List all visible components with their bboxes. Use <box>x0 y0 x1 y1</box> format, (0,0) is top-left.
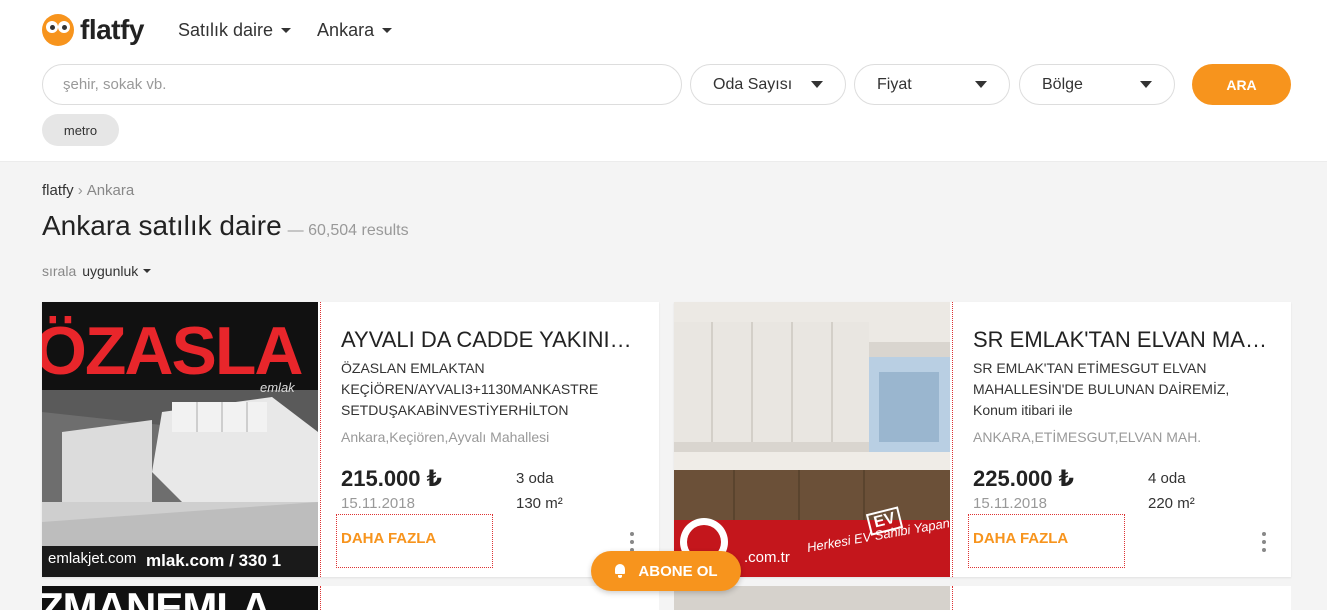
triangle-down-icon <box>1140 81 1152 88</box>
chevron-right-icon: › <box>77 182 83 199</box>
filter-price[interactable]: Fiyat <box>854 64 1010 105</box>
filter-rooms[interactable]: Oda Sayısı <box>690 64 846 105</box>
listing-area: 130 m² <box>516 495 563 512</box>
photo-brand-text: ÖZASLA <box>42 313 304 389</box>
results-count: — 60,504 results <box>287 222 409 239</box>
breadcrumb-current[interactable]: Ankara <box>87 182 135 199</box>
listing-description: SR EMLAK'TAN ETİMESGUT ELVAN MAHALLESİN'… <box>973 360 1230 418</box>
listing-location: Ankara,Keçiören,Ayvalı Mahallesi <box>341 429 550 445</box>
photo-watermark: emlakjet.com <box>48 550 137 567</box>
photo-brand-subtext: emlak <box>260 380 295 395</box>
property-type-label: Satılık daire <box>178 20 274 40</box>
city-label: Ankara <box>317 20 375 40</box>
listing-date: 15.11.2018 <box>341 495 415 512</box>
triangle-down-icon <box>975 81 987 88</box>
listing-card[interactable]: ÖZASLA emlak mlak.com / 330 1 emlakjet.c… <box>42 302 659 577</box>
triangle-down-icon <box>811 81 823 88</box>
listing-body: SR EMLAK'TAN ELVAN MAH'... SR EMLAK'TAN … <box>968 302 1291 577</box>
listing-photo[interactable]: ZMANEMLA <box>42 586 318 610</box>
divider <box>320 586 321 610</box>
page-title-text: Ankara satılık daire <box>42 210 282 241</box>
listing-area: 220 m² <box>1148 495 1195 512</box>
listing-body: AYVALI DA CADDE YAKINI KA... ÖZASLAN EML… <box>336 302 659 577</box>
listing-title[interactable]: SR EMLAK'TAN ELVAN MAH'... <box>973 327 1269 353</box>
sort-label: sırala <box>42 263 77 279</box>
listing-card-partial[interactable] <box>674 586 1291 610</box>
sort-dropdown[interactable]: uygunluk <box>82 263 152 279</box>
listing-title[interactable]: AYVALI DA CADDE YAKINI KA... <box>341 327 637 353</box>
photo-watermark: .com.tr <box>744 549 790 566</box>
breadcrumb: flatfy › Ankara <box>42 182 134 199</box>
sort-value: uygunluk <box>82 263 139 279</box>
photo-brand-text: ZMANEMLA <box>42 586 271 610</box>
divider <box>320 302 321 577</box>
listing-rooms: 4 oda <box>1148 470 1186 487</box>
top-nav: Satılık daire Ankara <box>178 20 393 41</box>
breadcrumb-root[interactable]: flatfy <box>42 182 74 199</box>
property-type-dropdown[interactable]: Satılık daire <box>178 20 292 41</box>
search-input[interactable] <box>42 64 682 105</box>
more-vert-icon[interactable] <box>629 532 635 552</box>
subscribe-label: ABONE OL <box>638 562 718 580</box>
filter-rooms-label: Oda Sayısı <box>713 75 793 93</box>
divider <box>952 302 953 577</box>
filter-price-label: Fiyat <box>877 75 912 93</box>
city-dropdown[interactable]: Ankara <box>317 20 393 41</box>
listing-price: 215.000 ₺ <box>341 466 442 491</box>
listing-date: 15.11.2018 <box>973 495 1047 512</box>
listing-photo[interactable]: .com.tr Herkesi EV Sahibi Yapana Kadar..… <box>674 302 950 577</box>
more-button[interactable]: DAHA FAZLA <box>341 530 436 547</box>
caret-down-icon <box>143 269 152 273</box>
listing-price: 225.000 ₺ <box>973 466 1074 491</box>
logo[interactable]: flatfy <box>42 14 144 46</box>
filter-region[interactable]: Bölge <box>1019 64 1175 105</box>
logo-text: flatfy <box>80 14 144 45</box>
listing-photo[interactable]: ÖZASLA emlak mlak.com / 330 1 emlakjet.c… <box>42 302 318 577</box>
listing-card[interactable]: .com.tr Herkesi EV Sahibi Yapana Kadar..… <box>674 302 1291 577</box>
filter-region-label: Bölge <box>1042 75 1083 93</box>
listing-rooms: 3 oda <box>516 470 554 487</box>
page-title: Ankara satılık daire — 60,504 results <box>42 210 409 242</box>
more-button[interactable]: DAHA FAZLA <box>973 530 1068 547</box>
sort-control: sırala uygunluk <box>42 263 152 279</box>
listing-card-partial[interactable]: ZMANEMLA <box>42 586 659 610</box>
caret-down-icon <box>382 28 393 33</box>
listing-description: ÖZASLAN EMLAKTAN KEÇİÖREN/AYVALI3+1130MA… <box>341 360 599 418</box>
header: flatfy Satılık daire Ankara Oda Sayısı F… <box>0 0 1327 162</box>
owl-logo-icon <box>42 14 74 46</box>
subscribe-button[interactable]: ABONE OL <box>591 551 741 591</box>
photo-watermark-2: mlak.com / 330 1 <box>146 551 282 570</box>
divider <box>952 586 953 610</box>
caret-down-icon <box>281 28 292 33</box>
metro-chip[interactable]: metro <box>42 114 119 146</box>
search-button[interactable]: ARA <box>1192 64 1291 105</box>
bell-icon <box>614 564 626 578</box>
listing-location: ANKARA,ETİMESGUT,ELVAN MAH. <box>973 429 1202 445</box>
more-vert-icon[interactable] <box>1261 532 1267 552</box>
